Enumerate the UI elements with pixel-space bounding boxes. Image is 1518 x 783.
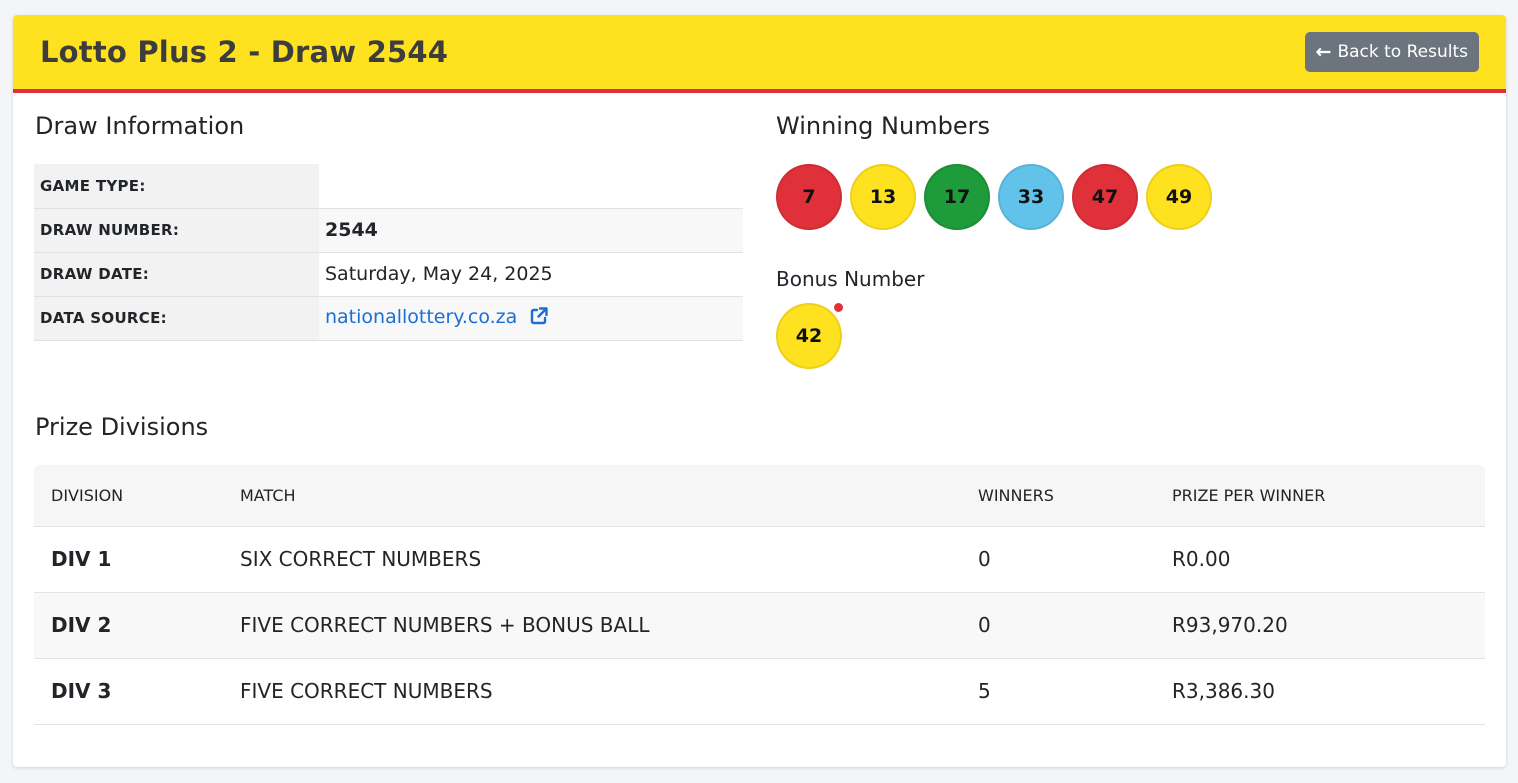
winning-ball: 7 — [776, 164, 842, 230]
bonus-number-heading: Bonus Number — [776, 267, 925, 291]
winners-cell: 0 — [961, 592, 1155, 659]
winning-ball: 33 — [998, 164, 1064, 230]
prize-cell: R93,970.20 — [1155, 592, 1485, 659]
division-cell: DIV 1 — [34, 526, 223, 593]
draw-number-value: 2544 — [319, 208, 743, 253]
table-row: DRAW DATE: Saturday, May 24, 2025 — [34, 252, 743, 297]
data-source-value: nationallottery.co.za — [319, 296, 743, 341]
table-row: DIV 1 SIX CORRECT NUMBERS 0 R0.00 — [34, 526, 1485, 593]
table-row: DIV 3 FIVE CORRECT NUMBERS 5 R3,386.30 — [34, 658, 1485, 725]
table-row: DRAW NUMBER: 2544 — [34, 208, 743, 253]
column-header-prize: PRIZE PER WINNER — [1155, 465, 1485, 527]
column-header-winners: WINNERS — [961, 465, 1155, 527]
bonus-ball: 42 — [776, 303, 842, 369]
game-type-label: GAME TYPE: — [34, 164, 319, 209]
draw-number-label: DRAW NUMBER: — [34, 208, 319, 253]
winning-ball: 17 — [924, 164, 990, 230]
winning-numbers-heading: Winning Numbers — [776, 112, 990, 140]
match-cell: FIVE CORRECT NUMBERS + BONUS BALL — [223, 592, 961, 659]
table-header-row: DIVISION MATCH WINNERS PRIZE PER WINNER — [34, 465, 1485, 527]
draw-information-heading: Draw Information — [35, 112, 245, 140]
data-source-label: DATA SOURCE: — [34, 296, 319, 341]
arrow-left-icon: ← — [1315, 41, 1332, 63]
data-source-link[interactable]: nationallottery.co.za — [325, 306, 517, 328]
match-cell: FIVE CORRECT NUMBERS — [223, 658, 961, 725]
draw-detail-card: Lotto Plus 2 - Draw 2544 ← Back to Resul… — [13, 15, 1506, 767]
table-row: DATA SOURCE: nationallottery.co.za — [34, 296, 743, 341]
division-cell: DIV 2 — [34, 592, 223, 659]
draw-date-value: Saturday, May 24, 2025 — [319, 252, 743, 297]
bonus-indicator-dot — [833, 302, 844, 313]
prize-cell: R0.00 — [1155, 526, 1485, 593]
prize-divisions-table: DIVISION MATCH WINNERS PRIZE PER WINNER … — [34, 465, 1485, 725]
division-cell: DIV 3 — [34, 658, 223, 725]
winners-cell: 5 — [961, 658, 1155, 725]
back-to-results-button[interactable]: ← Back to Results — [1304, 32, 1479, 72]
draw-information-table: GAME TYPE: DRAW NUMBER: 2544 DRAW DATE: … — [34, 164, 743, 341]
page-title: Lotto Plus 2 - Draw 2544 — [40, 35, 449, 69]
match-cell: SIX CORRECT NUMBERS — [223, 526, 961, 593]
prize-cell: R3,386.30 — [1155, 658, 1485, 725]
bonus-ball-wrap: 42 — [776, 302, 844, 369]
winning-ball: 13 — [850, 164, 916, 230]
table-row: GAME TYPE: — [34, 164, 743, 209]
back-button-label: Back to Results — [1337, 42, 1468, 62]
winning-balls: 7 13 17 33 47 49 — [776, 164, 1212, 230]
card-header: Lotto Plus 2 - Draw 2544 ← Back to Resul… — [13, 15, 1506, 93]
draw-date-label: DRAW DATE: — [34, 252, 319, 297]
game-type-value — [319, 164, 743, 209]
prize-divisions-heading: Prize Divisions — [35, 413, 209, 441]
winning-ball: 49 — [1146, 164, 1212, 230]
winning-ball: 47 — [1072, 164, 1138, 230]
external-link-icon[interactable] — [529, 306, 549, 331]
table-row: DIV 2 FIVE CORRECT NUMBERS + BONUS BALL … — [34, 592, 1485, 659]
column-header-match: MATCH — [223, 465, 961, 527]
winners-cell: 0 — [961, 526, 1155, 593]
column-header-division: DIVISION — [34, 465, 223, 527]
